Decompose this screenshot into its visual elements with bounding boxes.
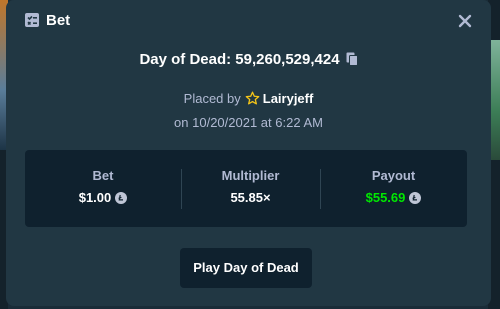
litecoin-icon xyxy=(409,192,422,204)
play-game-button[interactable]: Play Day of Dead xyxy=(180,248,312,288)
modal-title: Bet xyxy=(46,12,71,29)
litecoin-icon xyxy=(115,192,128,204)
stat-bet-label: Bet xyxy=(92,168,114,183)
modal-header: Bet xyxy=(6,0,491,44)
bet-details-modal: Bet Day of Dead: 59,260,529,424 Placed b… xyxy=(6,0,491,306)
stat-bet: Bet $1.00 xyxy=(25,150,181,227)
payout-amount: $55.69 xyxy=(365,190,406,205)
stat-multiplier-label: Multiplier xyxy=(221,168,280,183)
game-id-line: Day of Dead: 59,260,529,424 xyxy=(6,50,491,70)
bet-date: on 10/20/2021 at 6:22 AM xyxy=(174,115,323,130)
bet-amount: $1.00 xyxy=(78,190,112,205)
stat-multiplier: Multiplier 55.85× xyxy=(181,150,320,227)
stat-payout-label: Payout xyxy=(371,168,416,183)
bet-stats-panel: Bet $1.00 Multiplier 55.85× Payout $55.6… xyxy=(25,150,467,227)
placed-by-line: Placed by Lairyjeff xyxy=(6,90,491,108)
star-icon xyxy=(245,91,260,105)
stat-multiplier-value: 55.85× xyxy=(230,190,271,205)
game-id-text: Day of Dead: 59,260,529,424 xyxy=(139,51,340,68)
stat-payout: Payout $55.69 xyxy=(320,150,467,227)
stat-payout-value: $55.69 xyxy=(320,190,467,206)
placed-by-prefix: Placed by xyxy=(183,91,241,106)
close-icon[interactable] xyxy=(455,11,475,31)
username-link[interactable]: Lairyjeff xyxy=(263,91,314,106)
copy-icon[interactable] xyxy=(346,52,358,66)
bet-slip-icon xyxy=(25,13,39,27)
stat-bet-value: $1.00 xyxy=(25,190,181,206)
